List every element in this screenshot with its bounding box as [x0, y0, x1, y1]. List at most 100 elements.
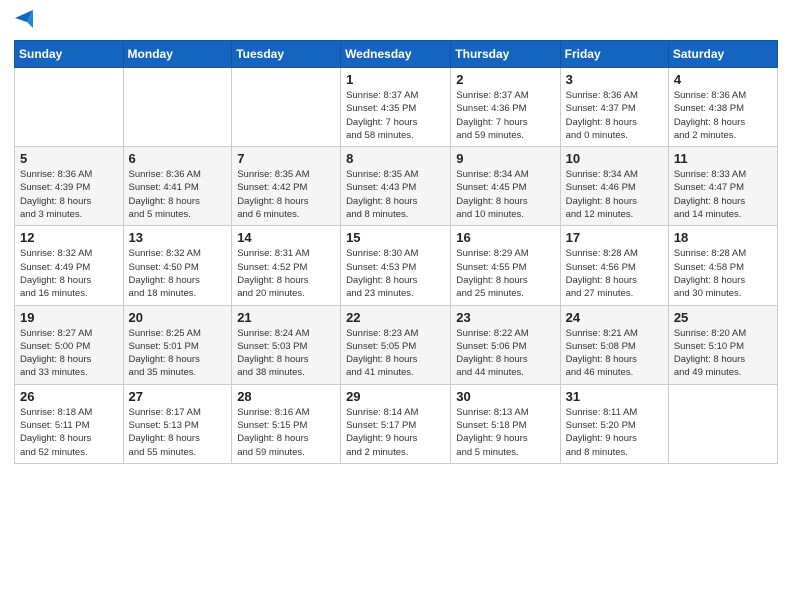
day-number: 23 [456, 310, 554, 325]
page: SundayMondayTuesdayWednesdayThursdayFrid… [0, 0, 792, 612]
day-number: 8 [346, 151, 445, 166]
day-number: 16 [456, 230, 554, 245]
day-number: 19 [20, 310, 118, 325]
calendar-week-row: 19 Sunrise: 8:27 AM Sunset: 5:00 PM Dayli… [15, 305, 778, 384]
day-of-week-header: Thursday [451, 41, 560, 68]
calendar-cell [668, 384, 777, 463]
calendar-cell: 31 Sunrise: 8:11 AM Sunset: 5:20 PM Dayli… [560, 384, 668, 463]
day-info: Sunrise: 8:37 AM Sunset: 4:35 PM Dayligh… [346, 89, 445, 142]
day-info: Sunrise: 8:23 AM Sunset: 5:05 PM Dayligh… [346, 327, 445, 380]
calendar-cell: 6 Sunrise: 8:36 AM Sunset: 4:41 PM Daylig… [123, 147, 232, 226]
day-number: 28 [237, 389, 335, 404]
day-number: 29 [346, 389, 445, 404]
calendar-cell: 27Sunrise: 8:17 AM Sunset: 5:13 PM Dayli… [123, 384, 232, 463]
calendar-cell: 26 Sunrise: 8:18 AM Sunset: 5:11 PM Dayli… [15, 384, 124, 463]
day-number: 31 [566, 389, 663, 404]
calendar-week-row: 12Sunrise: 8:32 AM Sunset: 4:49 PM Dayli… [15, 226, 778, 305]
day-number: 20 [129, 310, 227, 325]
day-of-week-header: Monday [123, 41, 232, 68]
day-info: Sunrise: 8:22 AM Sunset: 5:06 PM Dayligh… [456, 327, 554, 380]
day-number: 3 [566, 72, 663, 87]
day-number: 15 [346, 230, 445, 245]
calendar-cell: 3 Sunrise: 8:36 AM Sunset: 4:37 PM Daylig… [560, 68, 668, 147]
day-info: Sunrise: 8:29 AM Sunset: 4:55 PM Dayligh… [456, 247, 554, 300]
day-number: 5 [20, 151, 118, 166]
calendar-cell: 23 Sunrise: 8:22 AM Sunset: 5:06 PM Dayli… [451, 305, 560, 384]
day-info: Sunrise: 8:13 AM Sunset: 5:18 PM Dayligh… [456, 406, 554, 459]
day-info: Sunrise: 8:27 AM Sunset: 5:00 PM Dayligh… [20, 327, 118, 380]
calendar-cell: 8 Sunrise: 8:35 AM Sunset: 4:43 PM Daylig… [341, 147, 451, 226]
day-info: Sunrise: 8:31 AM Sunset: 4:52 PM Dayligh… [237, 247, 335, 300]
day-number: 25 [674, 310, 772, 325]
calendar-cell: 17 Sunrise: 8:28 AM Sunset: 4:56 PM Dayli… [560, 226, 668, 305]
calendar-cell: 2 Sunrise: 8:37 AM Sunset: 4:36 PM Daylig… [451, 68, 560, 147]
day-info: Sunrise: 8:28 AM Sunset: 4:56 PM Dayligh… [566, 247, 663, 300]
day-info: Sunrise: 8:14 AM Sunset: 5:17 PM Dayligh… [346, 406, 445, 459]
day-info: Sunrise: 8:11 AM Sunset: 5:20 PM Dayligh… [566, 406, 663, 459]
day-info: Sunrise: 8:18 AM Sunset: 5:11 PM Dayligh… [20, 406, 118, 459]
day-number: 30 [456, 389, 554, 404]
day-number: 7 [237, 151, 335, 166]
calendar-cell: 28 Sunrise: 8:16 AM Sunset: 5:15 PM Dayli… [232, 384, 341, 463]
calendar-cell: 15 Sunrise: 8:30 AM Sunset: 4:53 PM Dayli… [341, 226, 451, 305]
calendar-cell: 18Sunrise: 8:28 AM Sunset: 4:58 PM Dayli… [668, 226, 777, 305]
calendar-cell: 25Sunrise: 8:20 AM Sunset: 5:10 PM Dayli… [668, 305, 777, 384]
day-info: Sunrise: 8:33 AM Sunset: 4:47 PM Dayligh… [674, 168, 772, 221]
calendar-cell: 12Sunrise: 8:32 AM Sunset: 4:49 PM Dayli… [15, 226, 124, 305]
day-number: 11 [674, 151, 772, 166]
day-info: Sunrise: 8:36 AM Sunset: 4:37 PM Dayligh… [566, 89, 663, 142]
day-of-week-header: Saturday [668, 41, 777, 68]
day-info: Sunrise: 8:28 AM Sunset: 4:58 PM Dayligh… [674, 247, 772, 300]
calendar-cell: 11 Sunrise: 8:33 AM Sunset: 4:47 PM Dayli… [668, 147, 777, 226]
calendar-cell: 14 Sunrise: 8:31 AM Sunset: 4:52 PM Dayli… [232, 226, 341, 305]
day-info: Sunrise: 8:16 AM Sunset: 5:15 PM Dayligh… [237, 406, 335, 459]
day-number: 1 [346, 72, 445, 87]
calendar-cell: 16 Sunrise: 8:29 AM Sunset: 4:55 PM Dayli… [451, 226, 560, 305]
day-number: 24 [566, 310, 663, 325]
day-info: Sunrise: 8:30 AM Sunset: 4:53 PM Dayligh… [346, 247, 445, 300]
day-info: Sunrise: 8:21 AM Sunset: 5:08 PM Dayligh… [566, 327, 663, 380]
calendar-cell: 21Sunrise: 8:24 AM Sunset: 5:03 PM Dayli… [232, 305, 341, 384]
day-info: Sunrise: 8:36 AM Sunset: 4:38 PM Dayligh… [674, 89, 772, 142]
day-info: Sunrise: 8:34 AM Sunset: 4:45 PM Dayligh… [456, 168, 554, 221]
calendar-cell: 1 Sunrise: 8:37 AM Sunset: 4:35 PM Daylig… [341, 68, 451, 147]
calendar-cell: 13Sunrise: 8:32 AM Sunset: 4:50 PM Dayli… [123, 226, 232, 305]
calendar-cell [15, 68, 124, 147]
day-number: 6 [129, 151, 227, 166]
day-info: Sunrise: 8:24 AM Sunset: 5:03 PM Dayligh… [237, 327, 335, 380]
day-number: 14 [237, 230, 335, 245]
calendar-cell [232, 68, 341, 147]
day-info: Sunrise: 8:35 AM Sunset: 4:43 PM Dayligh… [346, 168, 445, 221]
day-number: 26 [20, 389, 118, 404]
day-of-week-header: Tuesday [232, 41, 341, 68]
day-info: Sunrise: 8:17 AM Sunset: 5:13 PM Dayligh… [129, 406, 227, 459]
day-of-week-header: Sunday [15, 41, 124, 68]
day-number: 12 [20, 230, 118, 245]
day-info: Sunrise: 8:25 AM Sunset: 5:01 PM Dayligh… [129, 327, 227, 380]
day-of-week-header: Wednesday [341, 41, 451, 68]
day-of-week-header: Friday [560, 41, 668, 68]
calendar-cell: 29 Sunrise: 8:14 AM Sunset: 5:17 PM Dayli… [341, 384, 451, 463]
calendar-header-row: SundayMondayTuesdayWednesdayThursdayFrid… [15, 41, 778, 68]
day-number: 17 [566, 230, 663, 245]
day-info: Sunrise: 8:36 AM Sunset: 4:39 PM Dayligh… [20, 168, 118, 221]
calendar-cell: 10 Sunrise: 8:34 AM Sunset: 4:46 PM Dayli… [560, 147, 668, 226]
day-number: 10 [566, 151, 663, 166]
calendar-cell: 22 Sunrise: 8:23 AM Sunset: 5:05 PM Dayli… [341, 305, 451, 384]
day-info: Sunrise: 8:37 AM Sunset: 4:36 PM Dayligh… [456, 89, 554, 142]
calendar-cell: 4 Sunrise: 8:36 AM Sunset: 4:38 PM Daylig… [668, 68, 777, 147]
day-number: 9 [456, 151, 554, 166]
day-info: Sunrise: 8:34 AM Sunset: 4:46 PM Dayligh… [566, 168, 663, 221]
logo-bird-icon [15, 10, 33, 32]
calendar-cell: 19 Sunrise: 8:27 AM Sunset: 5:00 PM Dayli… [15, 305, 124, 384]
day-number: 2 [456, 72, 554, 87]
logo [14, 10, 33, 34]
day-number: 22 [346, 310, 445, 325]
day-info: Sunrise: 8:36 AM Sunset: 4:41 PM Dayligh… [129, 168, 227, 221]
header [14, 10, 778, 34]
calendar-cell: 30 Sunrise: 8:13 AM Sunset: 5:18 PM Dayli… [451, 384, 560, 463]
calendar-cell: 9 Sunrise: 8:34 AM Sunset: 4:45 PM Daylig… [451, 147, 560, 226]
calendar-cell: 5 Sunrise: 8:36 AM Sunset: 4:39 PM Daylig… [15, 147, 124, 226]
calendar-cell [123, 68, 232, 147]
day-number: 4 [674, 72, 772, 87]
